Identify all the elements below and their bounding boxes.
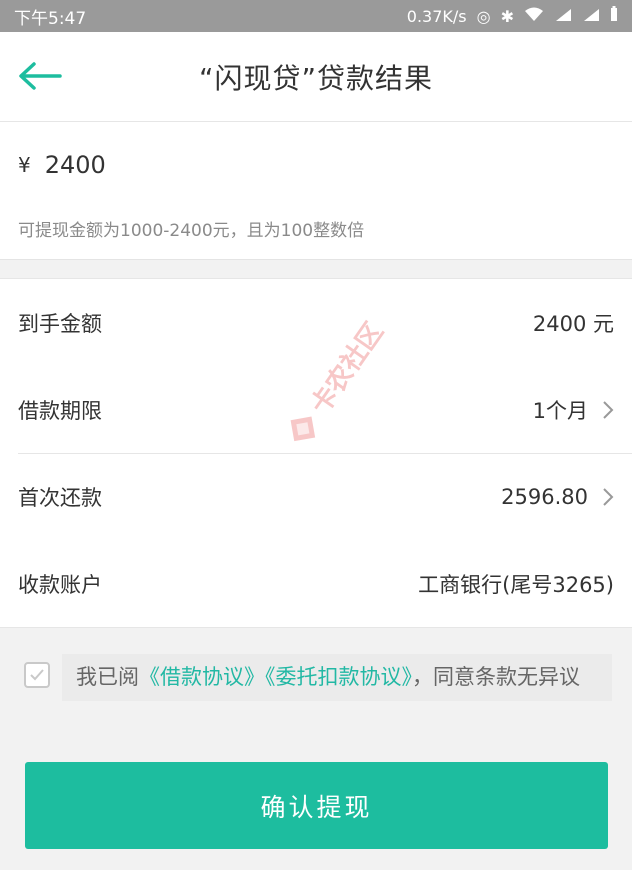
loan-agreement-link[interactable]: 《借款协议》 [139, 665, 265, 689]
receiving-account-row: 收款账户 工商银行(尾号3265) [0, 540, 632, 627]
arrow-left-icon [19, 62, 62, 90]
loan-details: 到手金额 2400 元 借款期限 1个月 首次还款 2596.80 收款账户 工… [0, 278, 632, 628]
first-repayment-label: 首次还款 [18, 486, 102, 510]
section-gap [0, 260, 632, 278]
debit-authorization-link[interactable]: 《委托扣款协议》 [265, 665, 412, 689]
nav-bar: “闪现贷”贷款结果 [0, 32, 632, 122]
wifi-icon [524, 6, 544, 26]
first-repayment-value: 2596.80 [501, 485, 588, 509]
currency-symbol: ¥ [18, 153, 31, 177]
page-title: “闪现贷”贷款结果 [198, 61, 433, 95]
amount-row: ¥ [0, 122, 632, 208]
alarm-icon: ◎ [476, 6, 491, 26]
loan-term-row[interactable]: 借款期限 1个月 [0, 366, 632, 453]
agreement-suffix: ，同意条款无异议 [412, 665, 580, 689]
battery-icon [610, 6, 618, 26]
received-amount-label: 到手金额 [18, 311, 102, 336]
agreement-section: 我已阅《借款协议》《委托扣款协议》，同意条款无异议 [0, 628, 632, 701]
chevron-right-icon [603, 488, 614, 506]
bluetooth-icon: ✱ [500, 6, 514, 26]
confirm-withdraw-button[interactable]: 确认提现 [25, 762, 608, 849]
status-icons: 0.37K/s ◎ ✱ [407, 6, 618, 26]
agreement-prefix: 我已阅 [76, 665, 139, 689]
receiving-account-label: 收款账户 [18, 572, 102, 597]
agreement-text: 我已阅《借款协议》《委托扣款协议》，同意条款无异议 [62, 654, 612, 701]
signal-icon-2 [582, 7, 600, 26]
check-icon [30, 669, 44, 681]
network-speed: 0.37K/s [406, 6, 467, 26]
signal-icon [554, 7, 572, 26]
back-button[interactable] [18, 58, 62, 94]
amount-section: ¥ 可提现金额为1000-2400元，且为100整数倍 [0, 122, 632, 260]
loan-term-value: 1个月 [532, 398, 588, 423]
chevron-right-icon [603, 400, 614, 419]
status-bar: 下午5:47 0.37K/s ◎ ✱ [0, 0, 632, 32]
agreement-checkbox[interactable] [24, 662, 50, 688]
loan-term-label: 借款期限 [18, 398, 102, 423]
amount-hint: 可提现金额为1000-2400元，且为100整数倍 [18, 221, 365, 241]
first-repayment-row[interactable]: 首次还款 2596.80 [18, 453, 632, 540]
received-amount-row: 到手金额 2400 元 [0, 279, 632, 366]
received-amount-value: 2400 元 [532, 311, 614, 336]
status-time: 下午5:47 [14, 8, 87, 29]
amount-input[interactable] [44, 151, 445, 179]
receiving-account-value: 工商银行(尾号3265) [418, 572, 614, 597]
